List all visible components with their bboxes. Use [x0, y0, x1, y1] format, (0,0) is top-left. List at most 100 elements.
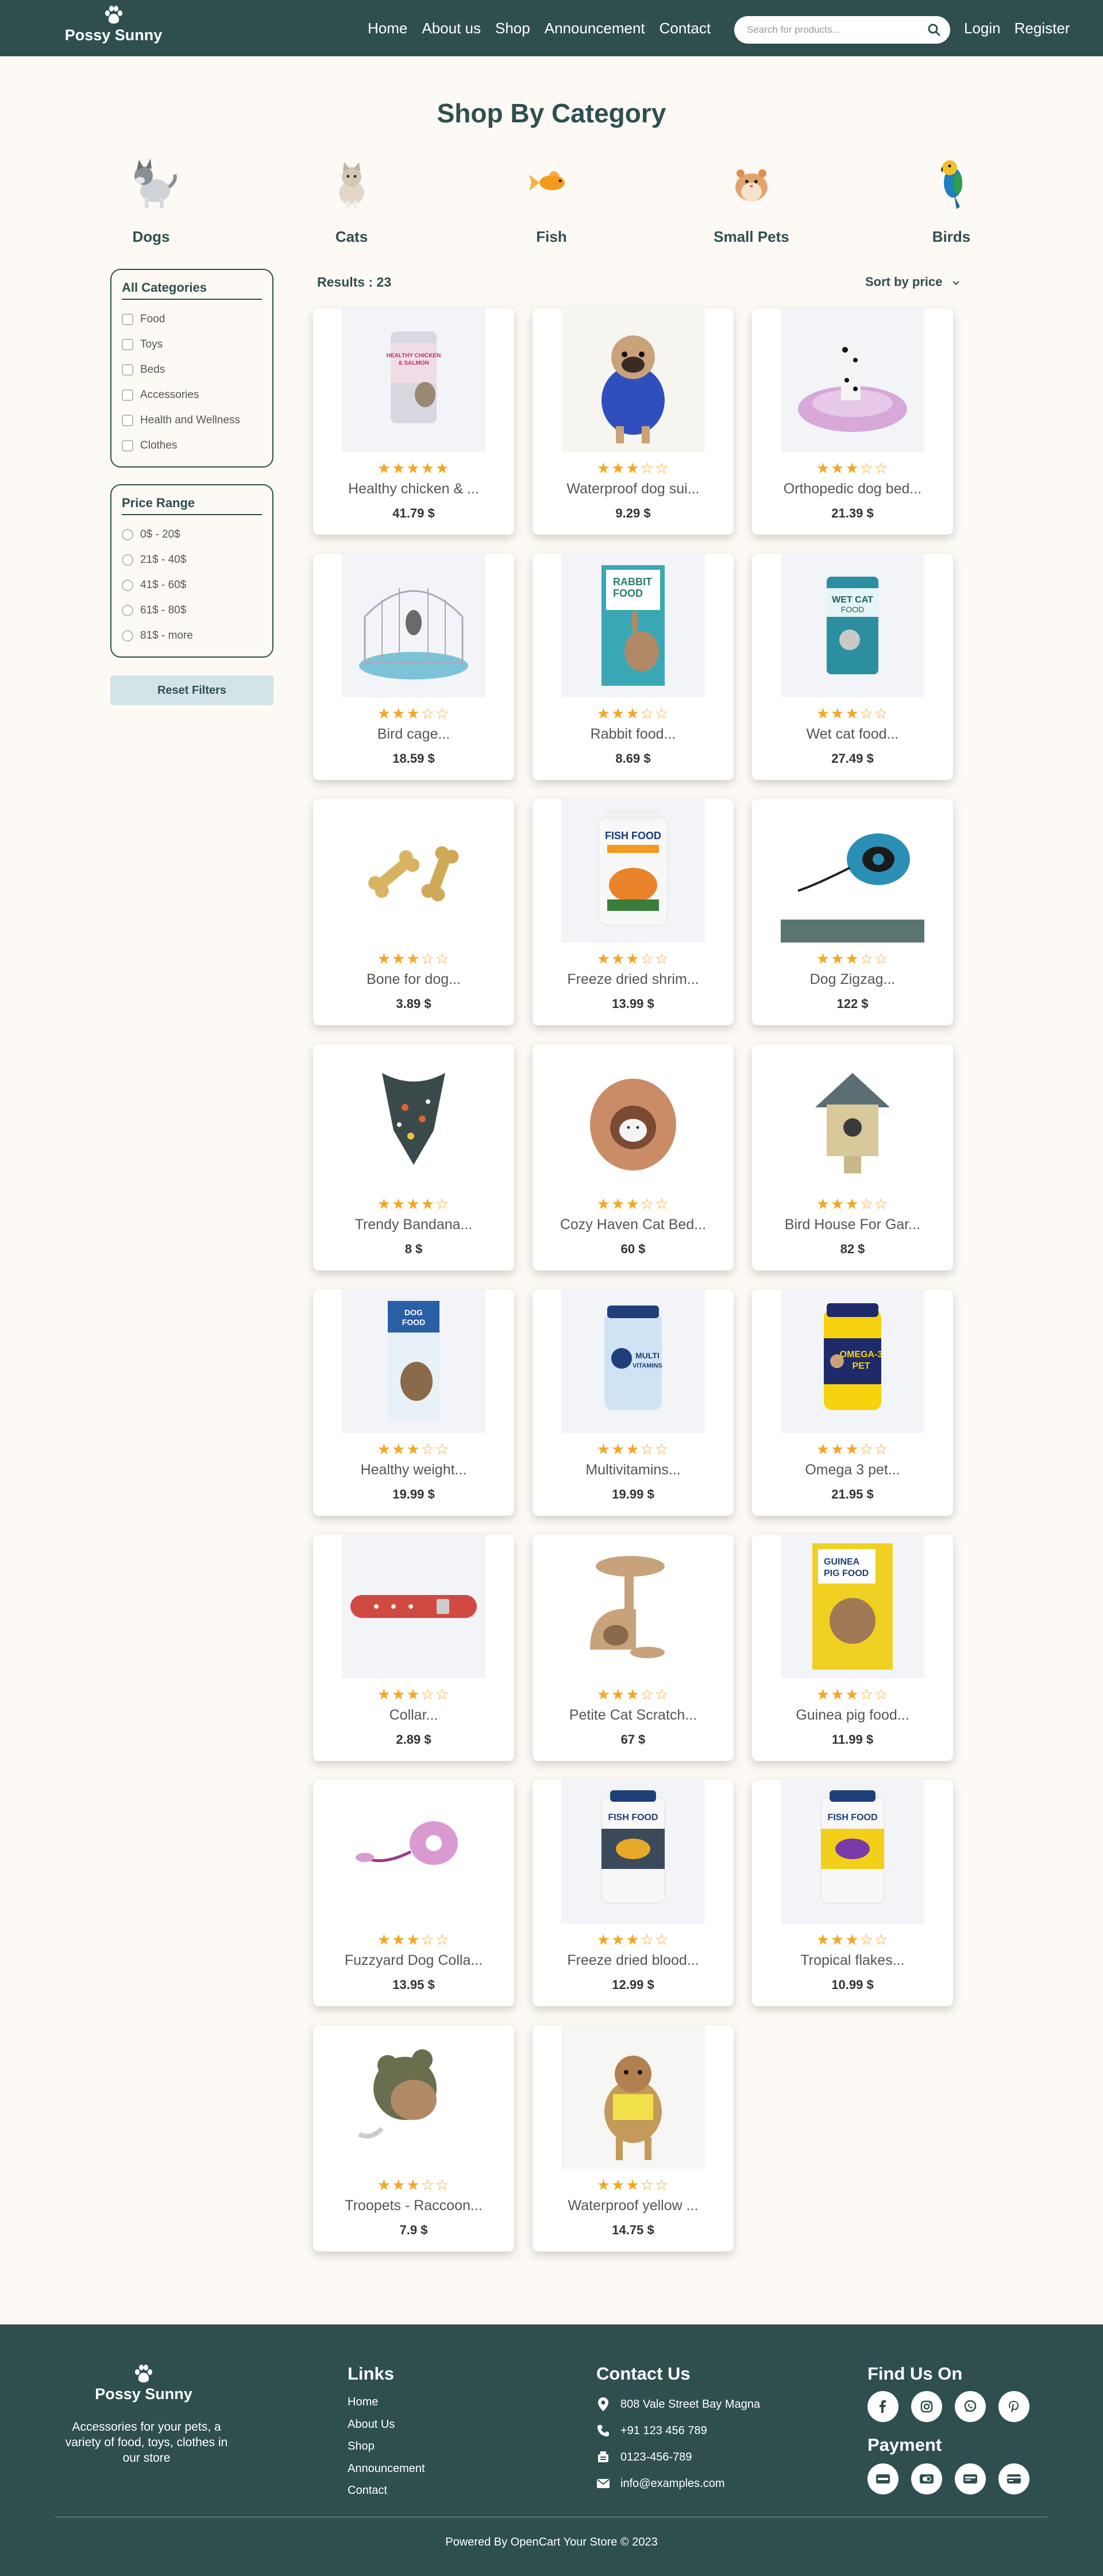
- nav-announcement[interactable]: Announcement: [545, 20, 645, 37]
- instagram-icon[interactable]: [911, 2391, 942, 2422]
- radio-button[interactable]: [122, 580, 133, 591]
- product-name[interactable]: Tropical flakes...: [752, 1952, 953, 1969]
- product-image[interactable]: [342, 1044, 485, 1188]
- price-option-81-more[interactable]: 81$ - more: [122, 623, 262, 648]
- product-image[interactable]: [561, 1044, 705, 1188]
- checkbox[interactable]: [122, 389, 133, 401]
- footer-logo[interactable]: Possy Sunny: [92, 2365, 195, 2403]
- product-image[interactable]: FISH FOOD: [561, 1780, 705, 1924]
- checkbox[interactable]: [122, 364, 133, 376]
- footer-link-contact[interactable]: Contact: [348, 2480, 425, 2502]
- facebook-icon[interactable]: [867, 2391, 898, 2422]
- product-card[interactable]: ★★★☆☆ Bird House For Gar... 82 $: [752, 1044, 953, 1270]
- product-image[interactable]: [781, 308, 924, 452]
- product-name[interactable]: Trendy Bandana...: [313, 1216, 514, 1233]
- footer-phone-text[interactable]: +91 123 456 789: [620, 2424, 707, 2438]
- product-name[interactable]: Healthy weight...: [313, 1462, 514, 1478]
- logo[interactable]: Possy Sunny: [63, 6, 164, 52]
- product-image[interactable]: [342, 1535, 485, 1678]
- product-card[interactable]: ★★★☆☆ Fuzzyard Dog Colla... 13.95 $: [313, 1780, 514, 2006]
- product-card[interactable]: ★★★☆☆ Petite Cat Scratch... 67 $: [533, 1535, 734, 1761]
- product-name[interactable]: Orthopedic dog bed...: [752, 481, 953, 497]
- product-image[interactable]: [342, 2025, 485, 2169]
- product-name[interactable]: Rabbit food...: [533, 726, 734, 743]
- category-small-pets[interactable]: Small Pets: [694, 149, 809, 246]
- product-image[interactable]: [781, 1044, 924, 1188]
- product-card[interactable]: FISH FOOD ★★★☆☆ Tropical flakes... 10.99 $: [752, 1780, 953, 2006]
- footer-link-announcement[interactable]: Announcement: [348, 2458, 425, 2480]
- price-option-41-60[interactable]: 41$ - 60$: [122, 573, 262, 598]
- radio-button[interactable]: [122, 529, 133, 540]
- nav-contact[interactable]: Contact: [660, 20, 711, 37]
- checkbox[interactable]: [122, 440, 133, 451]
- footer-email-text[interactable]: info@examples.com: [620, 2477, 724, 2490]
- product-image[interactable]: RABBIT FOOD: [561, 554, 705, 697]
- product-image[interactable]: [342, 799, 485, 943]
- product-card[interactable]: RABBIT FOOD ★★★☆☆ Rabbit food... 8.69 $: [533, 554, 734, 780]
- product-image[interactable]: [561, 308, 705, 452]
- product-card[interactable]: DOG FOOD ★★★☆☆ Healthy weight... 19.99 $: [313, 1289, 514, 1516]
- filter-option-clothes[interactable]: Clothes: [122, 433, 262, 458]
- product-name[interactable]: Cozy Haven Cat Bed...: [533, 1216, 734, 1233]
- product-card[interactable]: ★★★☆☆ Cozy Haven Cat Bed... 60 $: [533, 1044, 734, 1270]
- category-fish[interactable]: Fish: [494, 149, 609, 246]
- product-name[interactable]: Dog Zigzag...: [752, 971, 953, 988]
- nav-shop[interactable]: Shop: [495, 20, 530, 37]
- product-card[interactable]: ★★★☆☆ Troopets - Raccoon... 7.9 $: [313, 2025, 514, 2251]
- product-card[interactable]: ★★★☆☆ Orthopedic dog bed... 21.39 $: [752, 308, 953, 535]
- product-card[interactable]: ★★★☆☆ Bone for dog... 3.89 $: [313, 799, 514, 1025]
- pinterest-icon[interactable]: [998, 2391, 1029, 2422]
- sort-dropdown[interactable]: Sort by price: [865, 275, 960, 289]
- product-card[interactable]: ★★★☆☆ Waterproof yellow ... 14.75 $: [533, 2025, 734, 2251]
- radio-button[interactable]: [122, 554, 133, 566]
- product-name[interactable]: Fuzzyard Dog Colla...: [313, 1952, 514, 1969]
- product-name[interactable]: Freeze dried shrim...: [533, 971, 734, 988]
- product-name[interactable]: Waterproof yellow ...: [533, 2197, 734, 2214]
- checkbox[interactable]: [122, 415, 133, 426]
- product-card[interactable]: ★★★☆☆ Dog Zigzag... 122 $: [752, 799, 953, 1025]
- product-image[interactable]: MULTI VITAMINS: [561, 1289, 705, 1433]
- filter-option-food[interactable]: Food: [122, 307, 262, 332]
- product-card[interactable]: HEALTHY CHICKEN & SALMON ★★★★★ Healthy chic…: [313, 308, 514, 535]
- product-image[interactable]: [781, 799, 924, 943]
- radio-button[interactable]: [122, 630, 133, 642]
- product-image[interactable]: OMEGA-3 PET: [781, 1289, 924, 1433]
- filter-option-health[interactable]: Health and Wellness: [122, 408, 262, 433]
- filter-option-toys[interactable]: Toys: [122, 332, 262, 357]
- product-image[interactable]: DOG FOOD: [342, 1289, 485, 1433]
- login-link[interactable]: Login: [964, 20, 1001, 37]
- checkbox[interactable]: [122, 339, 133, 350]
- product-image[interactable]: FISH FOOD: [781, 1780, 924, 1924]
- product-image[interactable]: [342, 554, 485, 697]
- register-link[interactable]: Register: [1015, 20, 1070, 37]
- search-icon[interactable]: [927, 23, 941, 37]
- product-name[interactable]: Wet cat food...: [752, 726, 953, 743]
- nav-home[interactable]: Home: [368, 20, 407, 37]
- product-name[interactable]: Waterproof dog sui...: [533, 481, 734, 497]
- nav-about-us[interactable]: About us: [422, 20, 481, 37]
- price-option-0-20[interactable]: 0$ - 20$: [122, 522, 262, 547]
- product-name[interactable]: Bird cage...: [313, 726, 514, 743]
- product-card[interactable]: ★★★☆☆ Bird cage... 18.59 $: [313, 554, 514, 780]
- product-image[interactable]: WET CAT FOOD: [781, 554, 924, 697]
- product-name[interactable]: Guinea pig food...: [752, 1707, 953, 1724]
- product-name[interactable]: Petite Cat Scratch...: [533, 1707, 734, 1724]
- product-image[interactable]: HEALTHY CHICKEN & SALMON: [342, 308, 485, 452]
- product-name[interactable]: Troopets - Raccoon...: [313, 2197, 514, 2214]
- reset-filters-button[interactable]: Reset Filters: [110, 675, 273, 705]
- checkbox[interactable]: [122, 314, 133, 325]
- product-card[interactable]: FISH FOOD ★★★☆☆ Freeze dried blood... 12.99…: [533, 1780, 734, 2006]
- product-card[interactable]: ★★★☆☆ Waterproof dog sui... 9.29 $: [533, 308, 734, 535]
- product-name[interactable]: Healthy chicken & ...: [313, 481, 514, 497]
- category-birds[interactable]: Birds: [894, 149, 1009, 246]
- product-name[interactable]: Bird House For Gar...: [752, 1216, 953, 1233]
- product-name[interactable]: Collar...: [313, 1707, 514, 1724]
- product-card[interactable]: ★★★★☆ Trendy Bandana... 8 $: [313, 1044, 514, 1270]
- product-card[interactable]: MULTI VITAMINS ★★★☆☆ Multivitamins... 19.99 …: [533, 1289, 734, 1516]
- footer-link-shop[interactable]: Shop: [348, 2435, 425, 2458]
- price-option-61-80[interactable]: 61$ - 80$: [122, 598, 262, 623]
- category-cats[interactable]: Cats: [294, 149, 409, 246]
- product-image[interactable]: [561, 2025, 705, 2169]
- whatsapp-icon[interactable]: [955, 2391, 986, 2422]
- product-card[interactable]: ★★★☆☆ Collar... 2.89 $: [313, 1535, 514, 1761]
